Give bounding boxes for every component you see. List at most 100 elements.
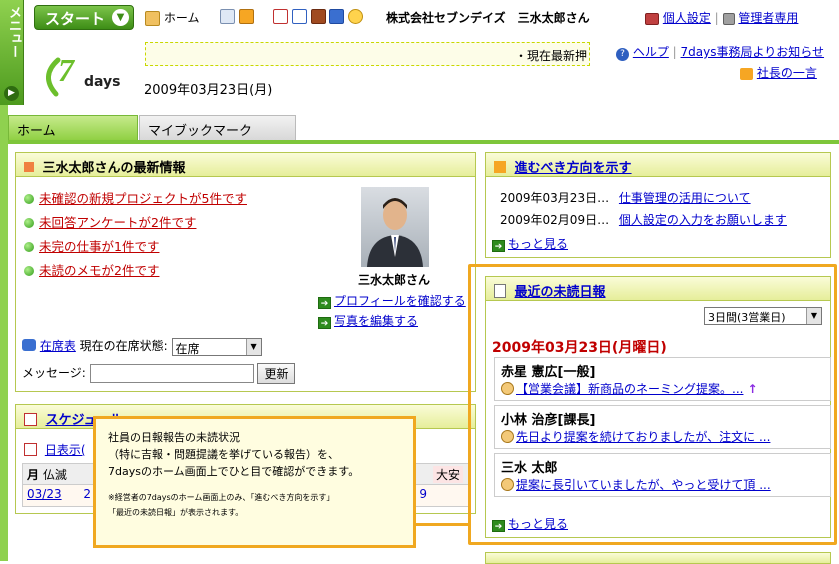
side-menu-label: メニュー [6, 6, 21, 58]
direction-item-link[interactable]: 仕事管理の活用について [619, 191, 751, 205]
expand-arrow-icon: ▶ [4, 86, 19, 101]
direction-more-link[interactable]: もっと見る [508, 237, 568, 251]
bullet-icon [24, 194, 34, 204]
bullet-icon [24, 266, 34, 276]
help-link[interactable]: ヘルプ [633, 45, 669, 59]
arrow-right-icon: ➔ [318, 317, 331, 329]
chevron-down-icon: ▼ [112, 9, 129, 26]
presence-value: 在席 [175, 341, 200, 356]
chevron-down-icon: ▼ [245, 338, 261, 355]
flag-icon [494, 161, 506, 173]
arrow-right-icon: ➔ [318, 297, 331, 309]
news-ticker: ・現在最新押 [145, 42, 590, 66]
clock-icon[interactable] [348, 9, 364, 24]
avatar [361, 187, 429, 267]
start-button[interactable]: スタート ▼ [34, 5, 134, 30]
profile-name: 三水太郎さん [358, 273, 431, 287]
calendar-icon[interactable] [273, 9, 288, 24]
callout-note: ※経営者の7daysのホーム画面上のみ、「進むべき方向を示す」 「最近の未読日報… [108, 490, 401, 520]
top-toolbar: スタート ▼ ホーム 株式会社セブンデイズ 三水太郎さん 個人設定 | 管理者専… [28, 0, 839, 36]
cut-cell: 2 [83, 487, 92, 501]
day-view-link[interactable]: 日表示( [45, 443, 86, 457]
rokuyo-label: 仏滅 [42, 468, 67, 482]
top-links: ? ヘルプ | 7days事務局よりお知らせ 社長の一言 [616, 43, 824, 81]
new-projects-link[interactable]: 未確認の新規プロジェクトが5件です [39, 191, 247, 206]
profile-link[interactable]: プロフィールを確認する [334, 294, 466, 308]
logo-number: 7 [58, 52, 74, 88]
list-item: 2009年03月23日… 仕事管理の活用について [500, 187, 787, 209]
people-icon [22, 339, 36, 351]
highlight-frame [468, 264, 837, 545]
next-panel-top [485, 552, 831, 564]
flag-icon[interactable] [238, 9, 254, 24]
message-label: メッセージ: [22, 366, 86, 380]
edit-photo-link[interactable]: 写真を編集する [334, 314, 418, 328]
checklist-icon[interactable] [291, 9, 307, 24]
bullet-icon [24, 218, 34, 228]
admin-link[interactable]: 管理者専用 [738, 11, 798, 25]
presence-table-link[interactable]: 在席表 [40, 339, 76, 353]
square-icon [24, 162, 34, 172]
news-ticker-text: ・現在最新押 [514, 49, 587, 63]
list-item: 未完の仕事が1件です [24, 235, 247, 259]
tab-home[interactable]: ホーム [8, 115, 138, 140]
direction-date: 2009年03月23日… [500, 191, 610, 205]
card-icon[interactable] [220, 9, 235, 24]
unfinished-tasks-link[interactable]: 未完の仕事が1件です [39, 239, 159, 254]
unread-memos-link[interactable]: 未読のメモが2件です [39, 263, 159, 278]
calendar-day-icon [24, 443, 37, 456]
person-photo-icon [367, 198, 423, 267]
settings-icon [645, 12, 659, 25]
date-cell-link[interactable]: 03/23 [27, 487, 62, 501]
callout-line: 社員の日報報告の未読状況 [108, 431, 240, 444]
flag-icon [740, 67, 753, 80]
list-item: 未読のメモが2件です [24, 259, 247, 283]
direction-date: 2009年02月09日… [500, 213, 610, 227]
home-label: ホーム [163, 11, 200, 25]
edit-icon[interactable] [329, 9, 345, 24]
update-button[interactable]: 更新 [257, 363, 296, 384]
direction-item-link[interactable]: 個人設定の入力をお願いします [619, 213, 787, 227]
personal-settings-link[interactable]: 個人設定 [663, 11, 711, 25]
wrench-icon [722, 12, 735, 25]
logo-word: days [84, 74, 121, 90]
cut-right-cell: 9 [419, 487, 427, 501]
list-item: 未回答アンケートが2件です [24, 211, 247, 235]
callout-note-line: 「最近の未読日報」が表示されます。 [108, 508, 244, 517]
survey-link[interactable]: 未回答アンケートが2件です [39, 215, 196, 230]
callout-connector [416, 523, 469, 526]
president-message-link[interactable]: 社長の一言 [757, 66, 817, 80]
callout-line: （特に吉報・問題提議を挙げている報告）を、 [108, 448, 339, 461]
callout-note-line: ※経営者の7daysのホーム画面上のみ、「進むべき方向を示す」 [108, 493, 335, 502]
direction-panel: 進むべき方向を示す 2009年03月23日… 仕事管理の活用について 2009年… [485, 152, 831, 258]
presence-select[interactable]: 在席 ▼ [171, 337, 262, 356]
presence-label: 現在の在席状態: [79, 339, 168, 353]
bullet-icon [24, 242, 34, 252]
home-link[interactable]: ホーム [145, 9, 199, 26]
calendar-icon [24, 413, 37, 426]
list-item: 未確認の新規プロジェクトが5件です [24, 187, 247, 211]
latest-info-title: 三水太郎さんの最新情報 [42, 161, 186, 176]
tab-my-bookmarks[interactable]: マイブックマーク [139, 115, 296, 140]
house-icon [145, 11, 160, 26]
office-notice-link[interactable]: 7days事務局よりお知らせ [681, 45, 824, 59]
side-menu-tab[interactable]: メニュー ▶ [0, 0, 24, 105]
message-input[interactable] [89, 364, 254, 383]
direction-title-link[interactable]: 進むべき方向を示す [515, 161, 632, 176]
right-day-label: 大安 [432, 466, 463, 483]
help-icon: ? [616, 48, 629, 61]
current-date: 2009年03月23日(月) [144, 83, 273, 98]
latest-info-header: 三水太郎さんの最新情報 [16, 153, 475, 177]
7days-logo[interactable]: 7 days [38, 52, 128, 98]
latest-info-panel: 三水太郎さんの最新情報 未確認の新規プロジェクトが5件です 未回答アンケートが2… [15, 152, 476, 392]
callout-line: 7daysのホーム画面上でひと目で確認ができます。 [108, 465, 360, 478]
day-label: 月 [27, 468, 40, 482]
notebook-icon[interactable] [310, 9, 326, 24]
main-tabs: ホーム マイブックマーク [8, 115, 839, 144]
list-item: 2009年02月09日… 個人設定の入力をお願いします [500, 209, 787, 231]
company-user-label: 株式会社セブンデイズ 三水太郎さん [386, 11, 590, 25]
direction-header: 進むべき方向を示す [486, 153, 830, 177]
annotation-callout: 社員の日報報告の未読状況 （特に吉報・問題提議を挙げている報告）を、 7days… [93, 416, 416, 548]
side-accent-bar [0, 105, 8, 561]
arrow-right-icon: ➔ [492, 240, 505, 252]
